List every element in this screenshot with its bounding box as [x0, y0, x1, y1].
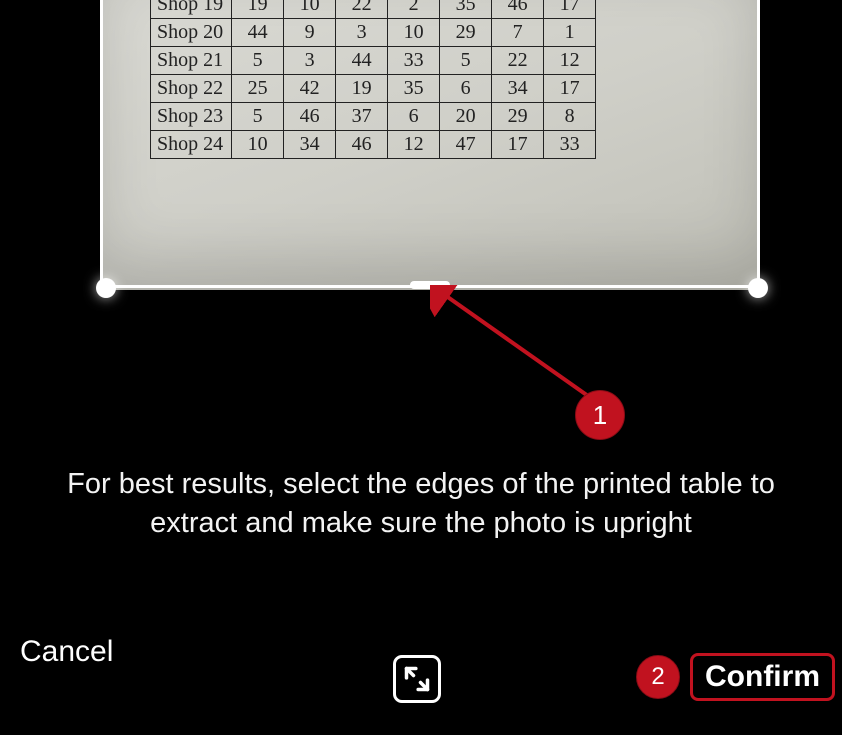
cell: 46	[492, 0, 544, 19]
cell: 20	[440, 103, 492, 131]
cell-shop-name: Shop 19	[151, 0, 232, 19]
cell: 10	[284, 0, 336, 19]
cell: 35	[388, 75, 440, 103]
table-row: Shop 19 19 10 22 2 35 46 17	[151, 0, 596, 19]
cell: 5	[232, 103, 284, 131]
cell: 19	[232, 0, 284, 19]
cell: 10	[232, 131, 284, 159]
cell: 46	[284, 103, 336, 131]
cell: 2	[388, 0, 440, 19]
expand-icon	[403, 665, 431, 693]
cell: 22	[336, 0, 388, 19]
annotation-badge-2: 2	[636, 655, 680, 699]
cell: 22	[492, 47, 544, 75]
cell: 3	[336, 19, 388, 47]
confirm-button[interactable]: Confirm	[690, 653, 835, 701]
cell: 37	[336, 103, 388, 131]
cell: 35	[440, 0, 492, 19]
cell: 1	[544, 19, 596, 47]
cell: 44	[232, 19, 284, 47]
cell: 7	[492, 19, 544, 47]
cell: 17	[492, 131, 544, 159]
cell: 42	[284, 75, 336, 103]
cell: 29	[492, 103, 544, 131]
table-row: Shop 23 5 46 37 6 20 29 8	[151, 103, 596, 131]
cell-shop-name: Shop 24	[151, 131, 232, 159]
cell: 17	[544, 0, 596, 19]
instruction-text: For best results, select the edges of th…	[40, 465, 802, 543]
cell: 19	[336, 75, 388, 103]
cell: 34	[284, 131, 336, 159]
cell: 6	[388, 103, 440, 131]
cell: 33	[544, 131, 596, 159]
printed-table: Shop 19 19 10 22 2 35 46 17 Shop 20 44 9…	[150, 0, 596, 159]
cell: 5	[232, 47, 284, 75]
table-row: Shop 22 25 42 19 35 6 34 17	[151, 75, 596, 103]
crop-handle-corner-bl[interactable]	[96, 278, 116, 298]
cell: 10	[388, 19, 440, 47]
cell: 3	[284, 47, 336, 75]
scanned-paper: Shop 19 19 10 22 2 35 46 17 Shop 20 44 9…	[100, 0, 760, 290]
cell: 25	[232, 75, 284, 103]
table-row: Shop 20 44 9 3 10 29 7 1	[151, 19, 596, 47]
crop-handle-edge-bottom[interactable]	[410, 281, 450, 289]
cell: 12	[388, 131, 440, 159]
cell: 5	[440, 47, 492, 75]
cell: 47	[440, 131, 492, 159]
cell: 9	[284, 19, 336, 47]
cell-shop-name: Shop 23	[151, 103, 232, 131]
table-row: Shop 21 5 3 44 33 5 22 12	[151, 47, 596, 75]
crop-handle-corner-br[interactable]	[748, 278, 768, 298]
cell: 29	[440, 19, 492, 47]
cell-shop-name: Shop 20	[151, 19, 232, 47]
expand-button[interactable]	[393, 655, 441, 703]
cell: 44	[336, 47, 388, 75]
cell: 33	[388, 47, 440, 75]
cell: 17	[544, 75, 596, 103]
table-row: Shop 24 10 34 46 12 47 17 33	[151, 131, 596, 159]
cell: 6	[440, 75, 492, 103]
bottom-toolbar: Cancel 2 Confirm	[0, 655, 842, 715]
cell: 34	[492, 75, 544, 103]
cancel-button[interactable]: Cancel	[20, 635, 113, 669]
confirm-group: 2 Confirm	[636, 653, 835, 701]
cell: 12	[544, 47, 596, 75]
cell: 46	[336, 131, 388, 159]
cell-shop-name: Shop 22	[151, 75, 232, 103]
photo-crop-area[interactable]: Shop 19 19 10 22 2 35 46 17 Shop 20 44 9…	[0, 0, 842, 300]
cell: 8	[544, 103, 596, 131]
cell-shop-name: Shop 21	[151, 47, 232, 75]
annotation-badge-1: 1	[575, 390, 625, 440]
